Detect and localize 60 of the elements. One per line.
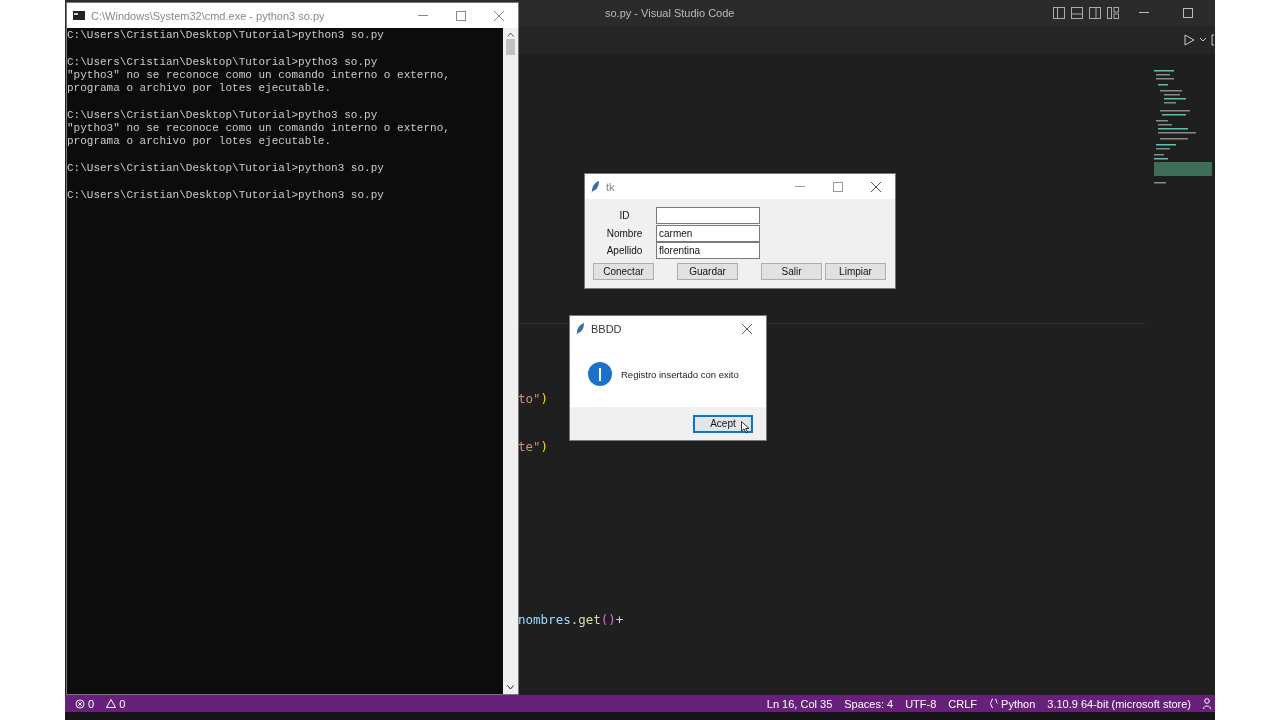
maximize-icon[interactable]: [456, 10, 466, 21]
window-title: so.py - Visual Studio Code: [605, 7, 735, 19]
feather-icon: [591, 180, 600, 193]
scroll-up-icon[interactable]: [507, 32, 514, 37]
feather-icon: [576, 322, 585, 335]
minimize-icon[interactable]: [1139, 12, 1149, 14]
status-item[interactable]: Spaces: 4: [844, 697, 894, 710]
console-line: programa o archivo por lotes ejecutable.: [67, 135, 333, 149]
status-item[interactable]: Python: [989, 697, 1036, 710]
window-title: tk: [606, 180, 615, 193]
warning-icon: [106, 699, 117, 708]
code-line: to"): [518, 390, 549, 408]
form-button[interactable]: Salir: [761, 262, 822, 280]
input-field[interactable]: florentina: [656, 242, 760, 260]
scroll-down-icon[interactable]: [507, 685, 514, 690]
dialog-message: Registro insertado con exito: [621, 368, 739, 380]
form-button[interactable]: Conectar: [593, 262, 654, 280]
console-line: C:\Users\Cristian\Desktop\Tutorial>python3 so.py: [67, 188, 385, 202]
field-label: Nombre: [605, 227, 644, 239]
ok-button[interactable]: Acept: [693, 414, 753, 433]
input-field[interactable]: [656, 207, 760, 225]
form-button[interactable]: Guardar: [677, 262, 738, 280]
console-icon: [73, 11, 85, 20]
problems-status[interactable]: 0: [75, 697, 95, 710]
split-icon[interactable]: [1211, 34, 1215, 46]
field-label: ID: [618, 210, 631, 222]
braces-icon: [989, 698, 999, 709]
problems-status[interactable]: 0: [106, 697, 126, 710]
info-icon: [588, 362, 612, 386]
code-line: nombres.get()+: [518, 611, 624, 629]
status-item[interactable]: Ln 16, Col 35: [766, 697, 833, 710]
dialog-title: BBDD: [591, 322, 622, 335]
console-line: "pytho3" no se reconoce como un comando interno o externo,: [67, 68, 451, 83]
account-icon: [1203, 698, 1211, 709]
scroll-thumb[interactable]: [506, 39, 515, 55]
console-line: C:\Users\Cristian\Desktop\Tutorial>pytho3 so.py: [67, 55, 379, 69]
field-label: Apellido: [605, 245, 644, 257]
console-line: "pytho3" no se reconoce como un comando interno o externo,: [67, 122, 451, 136]
run-icon[interactable]: [1184, 34, 1195, 46]
close-icon[interactable]: [494, 10, 504, 21]
account-status[interactable]: [1203, 698, 1211, 709]
minimize-icon[interactable]: [418, 14, 428, 17]
console-line: C:\Users\Cristian\Desktop\Tutorial>pytho3 so.py: [67, 108, 379, 123]
window-title: C:\Windows\System32\cmd.exe - python3 so.py: [91, 9, 325, 22]
status-item[interactable]: UTF-8: [905, 697, 937, 710]
maximize-icon[interactable]: [1183, 8, 1193, 18]
close-icon[interactable]: [742, 323, 752, 334]
console-line: C:\Users\Cristian\Desktop\Tutorial>python3 so.py: [67, 161, 385, 176]
status-item[interactable]: 3.10.9 64-bit (microsoft store): [1047, 697, 1191, 710]
form-button[interactable]: Limpiar: [825, 262, 886, 280]
chevron-down-icon[interactable]: [1199, 37, 1207, 43]
input-field[interactable]: carmen: [656, 224, 760, 242]
console-line: programa o archivo por lotes ejecutable.: [67, 82, 333, 96]
console-line: C:\Users\Cristian\Desktop\Tutorial>python3 so.py: [67, 29, 385, 43]
code-line: te"): [518, 438, 549, 456]
close-icon[interactable]: [871, 181, 881, 192]
mouse-cursor-icon: [741, 420, 750, 434]
error-icon: [75, 698, 85, 709]
scrollbar[interactable]: [503, 28, 518, 694]
status-item[interactable]: CRLF: [948, 697, 978, 710]
